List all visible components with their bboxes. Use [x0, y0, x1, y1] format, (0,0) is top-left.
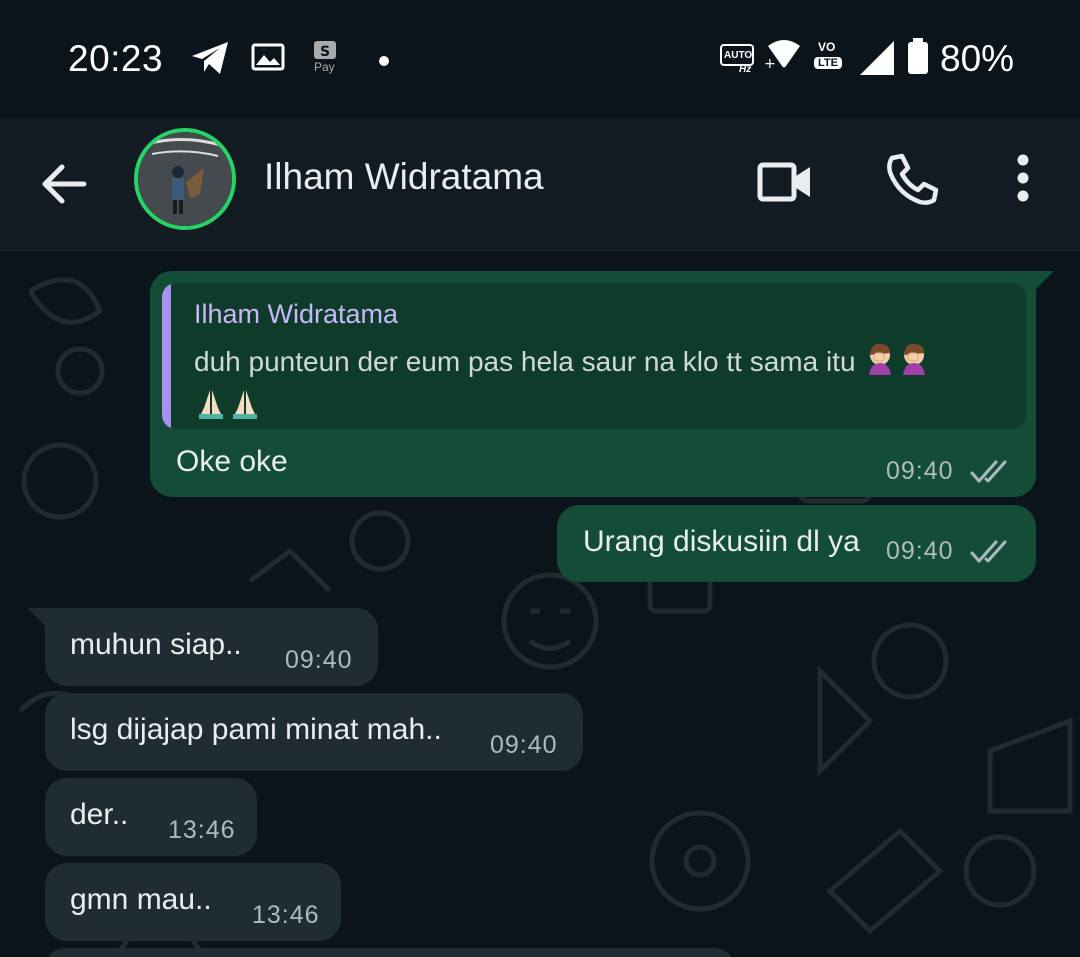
video-call-button[interactable]	[756, 156, 814, 208]
message-time: 09:40	[285, 646, 353, 674]
message-bubble-outgoing[interactable]: Urang diskusiin dl ya 09:40	[557, 505, 1036, 582]
cellular-signal-icon	[858, 40, 896, 81]
telegram-icon	[190, 40, 230, 81]
facepalm-emoji	[863, 341, 897, 386]
bubble-tail	[1030, 271, 1054, 295]
volte-icon: VO LTE	[814, 38, 850, 74]
message-bubble-incoming-partial[interactable]	[45, 948, 735, 957]
message-text: lsg dijajap pami minat mah..	[70, 713, 442, 746]
message-bubble-incoming[interactable]: lsg dijajap pami minat mah.. 09:40	[45, 693, 583, 771]
message-text: Oke oke	[176, 445, 288, 478]
quote-accent-bar	[162, 283, 171, 429]
message-time: 09:40	[886, 537, 954, 565]
bubble-tail	[27, 608, 51, 632]
status-bar: 20:23 S Pay AUTO Hz + VO LTE 80%	[0, 0, 1080, 118]
s-pay-icon: S Pay	[312, 40, 340, 76]
hz-label: Hz	[739, 64, 752, 75]
facepalm-emoji	[897, 341, 931, 386]
phone-icon	[887, 153, 939, 205]
chat-area[interactable]: Ilham Widratama duh punteun der eum pas …	[0, 251, 1080, 957]
folded-hands-emoji	[228, 386, 262, 429]
message-text: muhun siap..	[70, 628, 242, 661]
wifi-icon: +	[764, 38, 804, 79]
double-check-icon	[970, 540, 1007, 563]
notification-dot-icon	[379, 53, 389, 71]
svg-text:S: S	[320, 44, 330, 60]
battery-percent: 80%	[940, 38, 1015, 79]
message-text: der..	[70, 798, 129, 831]
auto-hz-icon: AUTO Hz	[720, 42, 756, 75]
message-text: gmn mau..	[70, 883, 212, 916]
quoted-text-block: duh punteun der eum pas hela saur na klo…	[194, 341, 1004, 429]
battery-icon	[906, 38, 930, 81]
message-time: 09:40	[490, 731, 558, 759]
message-text: Urang diskusiin dl ya	[583, 525, 860, 558]
volte-label: LTE	[814, 57, 842, 69]
auto-label: AUTO	[724, 50, 753, 61]
message-bubble-outgoing[interactable]: Ilham Widratama duh punteun der eum pas …	[150, 271, 1036, 497]
message-time: 09:40	[886, 457, 954, 485]
quoted-text: duh punteun der eum pas hela saur na klo…	[194, 345, 856, 377]
message-time: 13:46	[252, 901, 320, 929]
contact-name[interactable]: Ilham Widratama	[264, 156, 544, 198]
avatar-image	[138, 132, 232, 226]
chat-header: Ilham Widratama	[0, 118, 1080, 251]
more-options-button[interactable]	[1006, 152, 1040, 212]
video-call-icon	[757, 162, 810, 202]
contact-avatar[interactable]	[134, 128, 236, 230]
message-time: 13:46	[168, 816, 236, 844]
pay-label: Pay	[314, 60, 335, 74]
message-bubble-incoming[interactable]: gmn mau.. 13:46	[45, 863, 341, 941]
message-bubble-incoming[interactable]: muhun siap.. 09:40	[45, 608, 378, 686]
more-vert-icon	[1017, 154, 1029, 202]
status-time: 20:23	[68, 38, 164, 79]
quoted-sender-name: Ilham Widratama	[194, 299, 399, 329]
svg-text:+: +	[764, 56, 776, 72]
quoted-message[interactable]: Ilham Widratama duh punteun der eum pas …	[162, 283, 1026, 429]
folded-hands-emoji	[194, 386, 228, 429]
back-arrow-icon	[42, 164, 87, 204]
gallery-icon	[251, 43, 285, 76]
double-check-icon	[970, 460, 1007, 483]
vo-label: VO	[818, 40, 836, 54]
back-button[interactable]	[38, 158, 90, 210]
message-bubble-incoming[interactable]: der.. 13:46	[45, 778, 257, 856]
voice-call-button[interactable]	[884, 152, 940, 208]
